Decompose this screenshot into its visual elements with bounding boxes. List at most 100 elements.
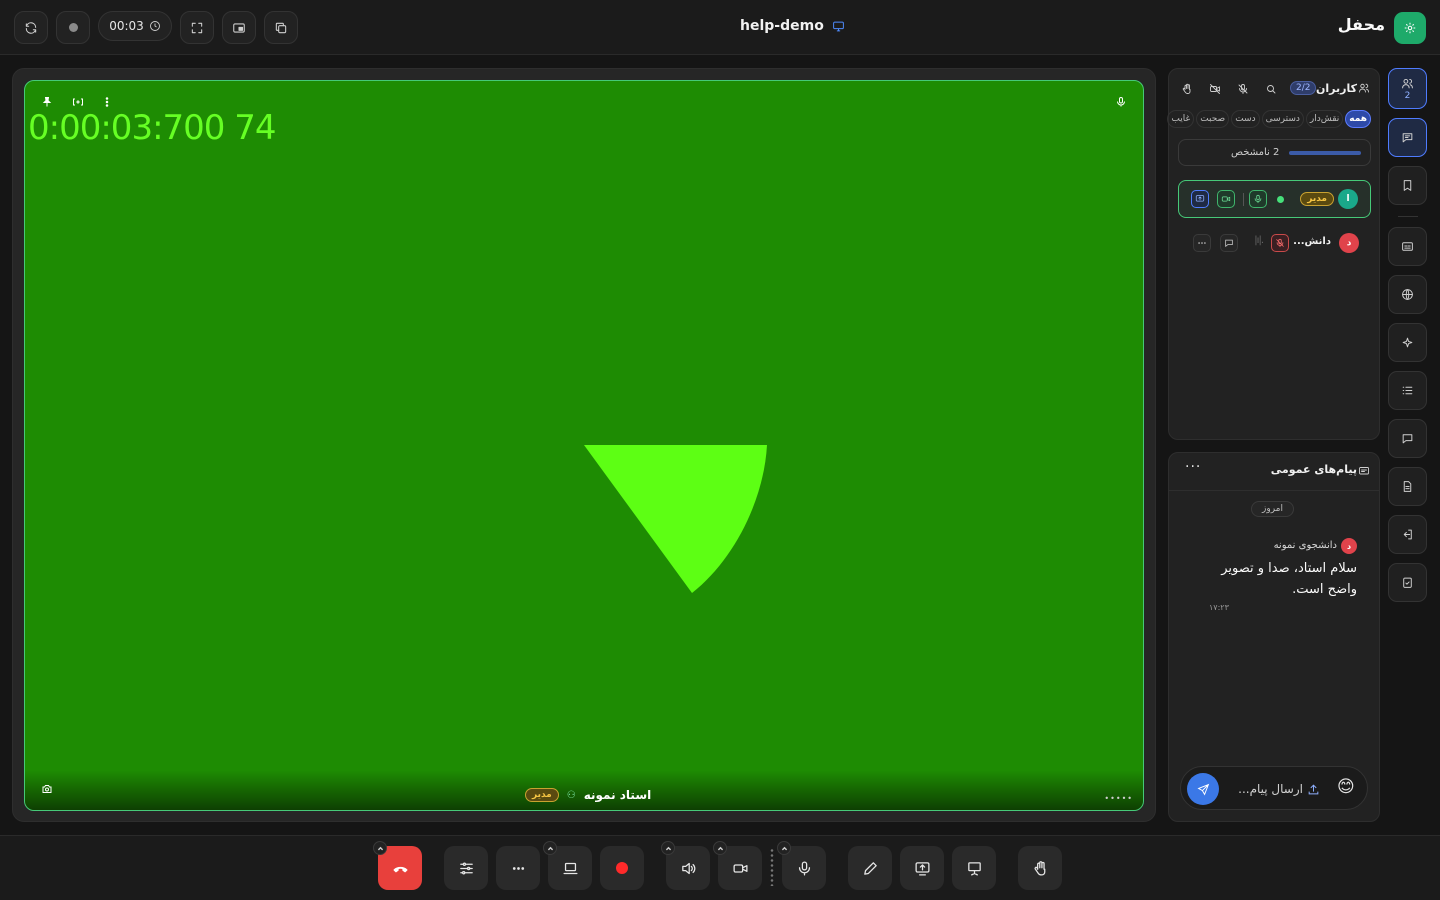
brand-name: محفل [1337, 15, 1385, 34]
user-icon: ⚇ [566, 789, 576, 801]
record-icon [616, 862, 628, 874]
participant-row-student[interactable]: د دانش... |ı|. [1178, 224, 1371, 262]
video-shape [584, 445, 767, 593]
record-dot-icon [68, 23, 78, 32]
pin-icon [42, 97, 52, 107]
tab-access[interactable]: دسترسی [1261, 110, 1304, 128]
chevron-up-icon [781, 846, 787, 850]
copy-link-button[interactable] [264, 11, 298, 44]
lower-hands-button[interactable] [1180, 82, 1194, 96]
send-button[interactable] [1187, 773, 1219, 805]
refresh-icon [25, 21, 37, 34]
chat-header-divider [1169, 490, 1379, 491]
upload-button[interactable] [1307, 781, 1321, 795]
picture-in-picture-button[interactable] [222, 11, 256, 44]
participant-mic-button[interactable] [1249, 190, 1267, 208]
bookmark-icon [1403, 180, 1412, 191]
layout-options-caret[interactable] [543, 841, 557, 855]
message-time: ۱۷:۲۳ [1209, 603, 1229, 612]
tab-hands[interactable]: دست [1231, 110, 1260, 128]
participant-screen-button[interactable] [1191, 190, 1209, 208]
message-sender: دانشجوی نمونه [1273, 540, 1337, 551]
mic-icon [1117, 97, 1125, 107]
list-icon [1402, 386, 1413, 395]
video-tile[interactable]: 0:00:03:700 74 استاد نمونه ⚇ مدیر ••••• [24, 80, 1144, 811]
rail-chat-button[interactable] [1388, 118, 1427, 157]
resize-handle[interactable]: ••••• [1104, 794, 1133, 803]
tab-roles[interactable]: نقش‌دار [1305, 110, 1344, 128]
more-horizontal-icon [1198, 242, 1206, 244]
mute-all-button[interactable] [1236, 82, 1250, 96]
comment-icon [1402, 434, 1413, 444]
record-button[interactable] [600, 846, 644, 890]
chat-panel: پیام‌های عمومی ··· امروز د دانشجوی نمونه… [1168, 452, 1380, 822]
video-participant-label: استاد نمونه ⚇ مدیر [525, 786, 651, 804]
tab-absent[interactable]: غایب [1167, 110, 1195, 128]
settings-button[interactable] [444, 846, 488, 890]
mic-icon [798, 860, 810, 876]
refresh-button[interactable] [14, 11, 48, 44]
private-message-button[interactable] [1220, 234, 1238, 252]
emoji-button[interactable]: 😊 [1337, 777, 1355, 797]
camera-icon [42, 785, 52, 793]
presentation-button[interactable] [952, 846, 996, 890]
more-options-button[interactable] [496, 846, 540, 890]
rail-ai-button[interactable] [1388, 323, 1427, 362]
top-bar: 00:03 help-demo محفل [0, 0, 1440, 55]
chevron-up-icon [547, 846, 553, 850]
leave-options-caret[interactable] [373, 841, 387, 855]
rail-agenda-button[interactable] [1388, 371, 1427, 410]
participant-mic-muted[interactable] [1271, 234, 1289, 252]
share-screen-button[interactable] [900, 846, 944, 890]
participant-row-host[interactable]: ا مدیر [1178, 180, 1371, 218]
search-icon [1267, 85, 1276, 94]
camera-off-all-button[interactable] [1208, 82, 1222, 96]
sliders-icon [459, 862, 473, 874]
whiteboard-button[interactable] [848, 846, 892, 890]
unknown-participants-row[interactable]: 2 نامشخص [1178, 139, 1371, 166]
rail-notes-button[interactable] [1388, 467, 1427, 506]
speaker-options-caret[interactable] [661, 841, 675, 855]
search-button[interactable] [1264, 82, 1278, 96]
tab-all[interactable]: همه [1345, 110, 1371, 128]
snapshot-button[interactable] [39, 781, 55, 797]
mic-options-caret[interactable] [777, 841, 791, 855]
chat-title: پیام‌های عمومی [1270, 463, 1357, 476]
camera-options-caret[interactable] [713, 841, 727, 855]
divider [1243, 193, 1244, 206]
tab-speaking[interactable]: صحبت [1196, 110, 1230, 128]
video-icon [1221, 196, 1231, 202]
drag-handle[interactable] [770, 848, 774, 886]
chat-more-button[interactable]: ··· [1185, 459, 1201, 475]
rail-globe-button[interactable] [1388, 275, 1427, 314]
participants-count-badge: 2 [1404, 90, 1411, 101]
rail-bookmark-button[interactable] [1388, 166, 1427, 205]
sender-avatar: د [1341, 538, 1357, 554]
participants-count: 2/2 [1290, 81, 1317, 95]
message-icon [1402, 133, 1413, 143]
logo-icon [1404, 22, 1416, 34]
tile-mic-indicator [1113, 94, 1129, 110]
participant-more-button[interactable] [1193, 234, 1211, 252]
chat-icon [1357, 464, 1371, 478]
participant-camera-button[interactable] [1217, 190, 1235, 208]
rail-tasks-button[interactable] [1388, 563, 1427, 602]
participants-title: کاربران [1316, 82, 1357, 95]
chevron-up-icon [377, 846, 383, 850]
message-input[interactable] [1227, 779, 1303, 799]
rail-captions-button[interactable] [1388, 227, 1427, 266]
message-icon [1225, 239, 1233, 248]
screen-share-icon [914, 861, 930, 876]
rail-participants-button[interactable]: 2 [1388, 68, 1427, 109]
mic-off-icon [1276, 238, 1284, 248]
rail-comments-button[interactable] [1388, 419, 1427, 458]
fullscreen-button[interactable] [180, 11, 214, 44]
raise-hand-button[interactable] [1018, 846, 1062, 890]
record-status-button[interactable] [56, 11, 90, 44]
phone-hangup-icon [392, 866, 408, 872]
rail-exit-button[interactable] [1388, 515, 1427, 554]
pencil-icon [863, 861, 877, 875]
brand-logo[interactable] [1394, 12, 1426, 44]
copy-icon [275, 22, 287, 33]
video-timestamp: 0:00:03:700 74 [28, 108, 276, 148]
